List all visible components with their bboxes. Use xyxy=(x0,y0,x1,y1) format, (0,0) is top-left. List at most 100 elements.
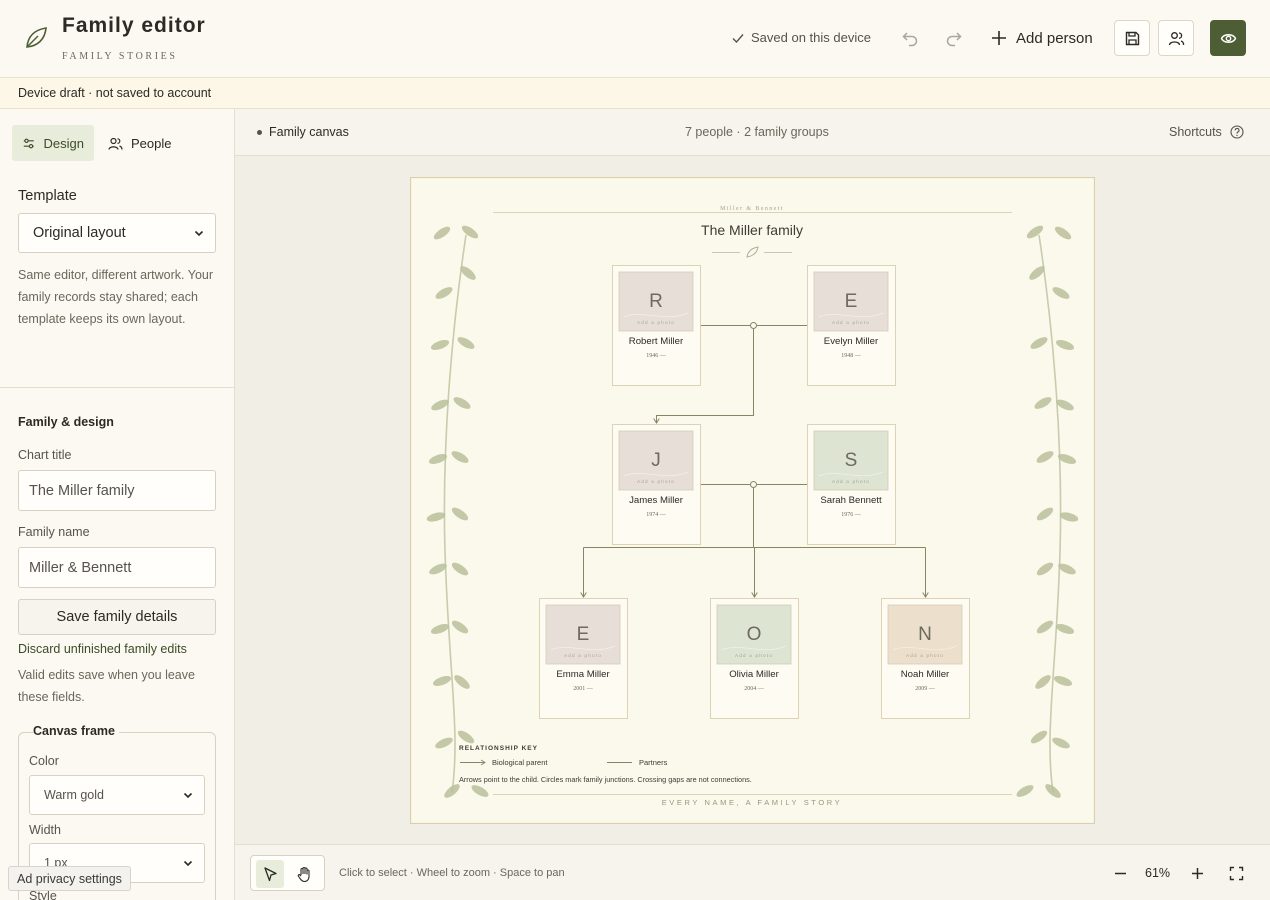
person-name: Robert Miller xyxy=(629,336,684,347)
chart-title: The Miller family xyxy=(701,222,803,238)
preview-button[interactable] xyxy=(1210,20,1246,56)
app-title: Family editor xyxy=(62,14,206,37)
select-tool-button[interactable] xyxy=(256,860,284,888)
person-years: 1948 — xyxy=(841,353,862,359)
add-photo-hint: Add a photo xyxy=(735,653,773,658)
chart-title-label: Chart title xyxy=(18,448,72,462)
add-photo-hint: Add a photo xyxy=(832,479,870,484)
tab-people-label: People xyxy=(131,135,172,151)
chart-footer: EVERY NAME, A FAMILY STORY xyxy=(662,798,843,807)
person-card-sarah[interactable]: S Add a photo Sarah Bennett 1976 — xyxy=(807,424,896,545)
leaf-logo-icon xyxy=(26,27,47,48)
help-circle-icon xyxy=(1230,125,1244,139)
add-person-button[interactable]: Add person xyxy=(990,26,1093,50)
family-name-input[interactable] xyxy=(18,547,216,588)
person-card-noah[interactable]: N Add a photo Noah Miller 2009 — xyxy=(881,598,970,719)
pan-tool-button[interactable] xyxy=(290,860,318,888)
frame-color-value: Warm gold xyxy=(44,788,104,802)
undo-button[interactable] xyxy=(898,26,922,50)
eye-icon xyxy=(1220,33,1236,43)
person-name: Sarah Bennett xyxy=(820,495,882,506)
discard-edits-button[interactable]: Discard unfinished family edits xyxy=(18,642,187,656)
canvas-hint: Click to select · Wheel to zoom · Space … xyxy=(339,867,565,879)
chart-header-text: Miller & Bennett xyxy=(720,206,784,212)
shortcuts-button[interactable]: Shortcuts xyxy=(1169,125,1244,139)
tab-design-label: Design xyxy=(43,135,84,151)
family-design-title: Family & design xyxy=(18,415,114,429)
family-junction xyxy=(750,322,757,329)
add-person-label: Add person xyxy=(1016,29,1093,47)
add-photo-hint: Add a photo xyxy=(637,479,675,484)
fullscreen-button[interactable] xyxy=(1226,863,1246,883)
person-name: Olivia Miller xyxy=(729,669,779,680)
save-button[interactable] xyxy=(1114,20,1150,56)
canvas-frame-title: Canvas frame xyxy=(33,724,119,738)
person-card-james[interactable]: J Add a photo James Miller 1974 — xyxy=(612,424,701,545)
plus-icon xyxy=(992,31,1006,45)
users-icon xyxy=(108,137,123,150)
chart-paper xyxy=(410,177,1095,824)
save-family-details-button[interactable]: Save family details xyxy=(18,599,216,635)
template-help: Same editor, different artwork. Your fam… xyxy=(18,268,214,326)
family-junction xyxy=(750,481,757,488)
family-edits-note: Valid edits save when you leave these fi… xyxy=(18,668,195,704)
tool-group xyxy=(250,855,325,891)
canvas-label: Family canvas xyxy=(257,125,349,139)
pointer-icon xyxy=(263,866,277,881)
check-icon xyxy=(732,33,744,43)
person-name: Evelyn Miller xyxy=(824,336,879,347)
key-note: Arrows point to the child. Circles mark … xyxy=(459,775,752,784)
template-select-value: Original layout xyxy=(33,225,126,241)
person-initial: J xyxy=(651,450,661,471)
template-label: Template xyxy=(18,188,77,204)
draft-banner: Device draft · not saved to account xyxy=(0,78,1270,109)
add-photo-hint: Add a photo xyxy=(564,653,602,658)
person-name: Noah Miller xyxy=(901,669,950,680)
chart-title-input[interactable] xyxy=(18,470,216,511)
zoom-in-button[interactable] xyxy=(1187,863,1207,883)
chevron-down-icon xyxy=(183,860,193,867)
chevron-down-icon xyxy=(183,792,193,799)
person-years: 1946 — xyxy=(646,353,667,359)
tab-design[interactable]: Design xyxy=(12,125,94,161)
fullscreen-icon xyxy=(1229,866,1243,880)
tab-people[interactable]: People xyxy=(98,125,184,161)
redo-button[interactable] xyxy=(942,26,966,50)
zoom-level: 61% xyxy=(1145,866,1171,880)
canvas-bottom-bar: Click to select · Wheel to zoom · Space … xyxy=(235,844,1270,900)
family-chart[interactable]: Miller & Bennett The Miller family R Add … xyxy=(410,177,1095,824)
chevron-down-icon xyxy=(194,230,204,237)
key-title: RELATIONSHIP KEY xyxy=(459,745,538,752)
person-card-emma[interactable]: E Add a photo Emma Miller 2001 — xyxy=(539,598,628,719)
floppy-disk-icon xyxy=(1125,31,1139,45)
save-status: Saved on this device xyxy=(731,30,871,45)
frame-color-label: Color xyxy=(29,754,59,768)
save-status-text: Saved on this device xyxy=(751,30,871,45)
hand-icon xyxy=(297,866,310,882)
app-header: Family editor FAMILY STORIES Saved on th… xyxy=(0,0,1270,78)
person-name: Emma Miller xyxy=(556,669,610,680)
key-bio: Biological parent xyxy=(492,758,548,767)
add-photo-hint: Add a photo xyxy=(832,320,870,325)
frame-color-select[interactable]: Warm gold xyxy=(29,775,205,815)
sliders-icon xyxy=(23,138,34,148)
shortcuts-label: Shortcuts xyxy=(1169,125,1222,139)
person-card-olivia[interactable]: O Add a photo Olivia Miller 2004 — xyxy=(710,598,799,719)
people-panel-button[interactable] xyxy=(1158,20,1194,56)
person-years: 2001 — xyxy=(573,686,594,692)
person-name: James Miller xyxy=(629,495,684,506)
person-card-evelyn[interactable]: E Add a photo Evelyn Miller 1948 — xyxy=(807,265,896,386)
ad-privacy-settings-button[interactable]: Ad privacy settings xyxy=(8,866,131,891)
person-card-robert[interactable]: R Add a photo Robert Miller 1946 — xyxy=(612,265,701,386)
person-initial: O xyxy=(747,624,762,645)
add-photo-hint: Add a photo xyxy=(906,653,944,658)
sidebar: Design People Template Original layout S… xyxy=(0,109,235,900)
person-initial: E xyxy=(577,624,590,645)
person-years: 2009 — xyxy=(915,686,936,692)
template-select[interactable]: Original layout xyxy=(18,213,216,253)
zoom-out-button[interactable] xyxy=(1110,863,1130,883)
plus-icon xyxy=(1191,867,1203,879)
frame-width-label: Width xyxy=(29,823,61,837)
person-initial: E xyxy=(845,291,858,312)
family-name-label: Family name xyxy=(18,525,90,539)
